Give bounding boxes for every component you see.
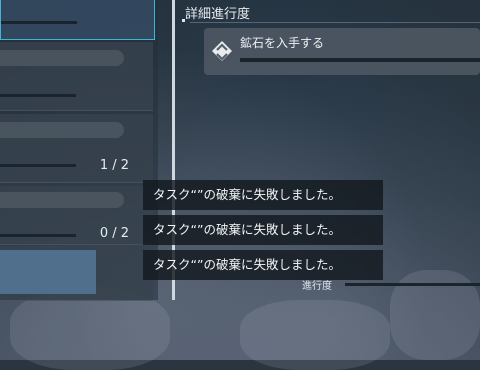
task-card[interactable] <box>0 246 153 301</box>
task-count: 0 / 2 <box>99 226 129 241</box>
details-title: 詳細進行度 <box>182 3 251 22</box>
task-card[interactable] <box>0 0 155 40</box>
task-count: 1 / 2 <box>99 158 129 173</box>
objective-item[interactable]: 鉱石を入手する <box>204 28 480 75</box>
title-marker <box>182 19 185 22</box>
task-highlight-block <box>0 250 96 294</box>
task-progress-bar <box>0 94 76 97</box>
task-progress-bar <box>1 21 77 24</box>
task-card[interactable]: 1 / 2 <box>0 114 153 183</box>
task-progress-bar <box>0 234 76 237</box>
objective-progress-bar <box>240 58 480 62</box>
task-title-placeholder <box>0 122 124 138</box>
toast-message: タスク“”の破棄に失敗しました。 <box>143 215 383 245</box>
overall-progress-bar <box>345 283 480 286</box>
task-card[interactable]: 0 / 2 <box>0 186 153 245</box>
details-title-text: 詳細進行度 <box>185 7 251 22</box>
toast-message: タスク“”の破棄に失敗しました。 <box>143 250 383 280</box>
task-progress-bar <box>0 164 76 167</box>
objective-label: 鉱石を入手する <box>240 36 325 50</box>
background-stone <box>10 290 170 370</box>
task-card[interactable] <box>0 42 153 111</box>
progress-label: 進行度 <box>302 281 332 292</box>
diamond-chevron-icon <box>212 41 232 61</box>
toast-message: タスク“”の破棄に失敗しました。 <box>143 180 383 210</box>
toast-stack: タスク“”の破棄に失敗しました。 タスク“”の破棄に失敗しました。 タスク“”の… <box>143 180 383 285</box>
task-title-placeholder <box>0 50 124 66</box>
details-title-underline <box>190 22 480 23</box>
task-title-placeholder <box>0 192 124 208</box>
task-list: 1 / 2 0 / 2 <box>0 0 158 301</box>
